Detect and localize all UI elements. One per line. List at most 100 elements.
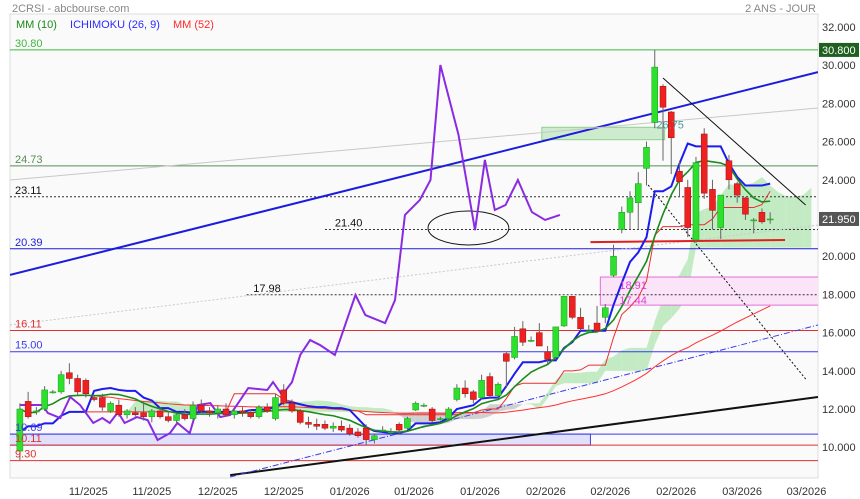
candle-up — [478, 380, 485, 398]
candle-down — [733, 183, 741, 196]
candle-up — [610, 255, 617, 276]
candle-up — [231, 410, 238, 416]
candle-down — [362, 427, 370, 440]
candle-down — [519, 328, 527, 343]
ichimoku-cloud-segment — [588, 371, 598, 384]
level-label: 10.11 — [15, 433, 42, 445]
legend-mm52[interactable]: MM (52) — [173, 19, 214, 31]
x-tick-label: 01/2026 — [394, 486, 434, 498]
candle-down — [140, 412, 147, 417]
candle-down — [74, 378, 81, 393]
candle-down — [428, 408, 436, 421]
candle-down — [115, 404, 123, 416]
candle-down — [470, 391, 477, 400]
ichimoku-cloud-segment — [374, 408, 383, 412]
candle-down — [338, 425, 345, 431]
y-tick-label: 32.000 — [822, 22, 856, 34]
price-badge-label: 21.950 — [822, 214, 856, 226]
candle-down — [313, 424, 320, 427]
candle-up — [643, 147, 650, 169]
candle-down — [354, 431, 362, 437]
y-tick-label: 26.000 — [822, 137, 856, 149]
candle-down — [593, 322, 601, 331]
candle-down — [676, 170, 683, 182]
candle-up — [560, 296, 568, 327]
x-tick-label: 11/2025 — [69, 486, 108, 498]
candle-down — [536, 332, 543, 347]
ichimoku-cloud-segment — [786, 196, 795, 248]
ichimoku-cloud-segment — [580, 371, 589, 384]
candle-up — [404, 418, 411, 429]
candle-down — [305, 422, 312, 425]
candle-down — [700, 133, 708, 194]
candle-up — [272, 397, 279, 419]
candle-up — [379, 429, 386, 432]
level-label: 21.40 — [335, 217, 363, 229]
candle-up — [148, 410, 156, 417]
candle-up — [445, 408, 452, 419]
candle-down — [280, 389, 287, 404]
candle-up — [420, 404, 428, 407]
candle-up — [329, 425, 337, 429]
y-tick-label: 28.000 — [822, 98, 856, 110]
y-tick-label: 10.000 — [822, 442, 856, 454]
legend-mm10[interactable]: MM (10) — [16, 19, 57, 31]
candle-up — [552, 326, 560, 358]
candle-up — [41, 389, 48, 410]
candle-down — [206, 410, 213, 414]
candle-up — [494, 383, 502, 396]
candle-up — [626, 197, 634, 213]
candle-down — [263, 406, 271, 412]
ichimoku-cloud-segment — [564, 372, 573, 384]
candle-up — [511, 336, 518, 358]
x-tick-label: 02/2026 — [526, 486, 566, 498]
candle-up — [527, 340, 535, 342]
candle-down — [198, 404, 205, 412]
candle-up — [602, 307, 609, 318]
candle-up — [33, 410, 40, 413]
ichimoku-cloud-segment — [794, 195, 804, 248]
candle-down — [544, 351, 551, 360]
x-tick-label: 12/2025 — [198, 486, 238, 498]
indicator-legend: MM (10) ICHIMOKU (26, 9) MM (52) — [16, 19, 224, 31]
legend-ichimoku[interactable]: ICHIMOKU (26, 9) — [70, 19, 160, 31]
candle-up — [189, 404, 197, 419]
candle-up — [173, 414, 180, 421]
y-tick-label: 12.000 — [822, 404, 856, 416]
candle-up — [49, 391, 57, 394]
candle-down — [24, 401, 32, 417]
candle-up — [585, 330, 593, 332]
y-tick-label: 16.000 — [822, 328, 856, 340]
candle-down — [181, 414, 189, 419]
candle-down — [296, 410, 304, 423]
candle-down — [709, 189, 716, 211]
y-tick-label: 20.000 — [822, 251, 856, 263]
level-label: 9.30 — [15, 449, 36, 461]
y-tick-label: 24.000 — [822, 175, 856, 187]
zone-label-low: 17.44 — [619, 295, 647, 307]
zone-label-high: 18.91 — [619, 280, 647, 292]
candle-up — [123, 410, 131, 416]
candle-down — [165, 416, 172, 421]
price-chart[interactable]: 30.80 24.73 23.11 21.40 20.39 17.98 16.11 15.00… — [0, 0, 860, 499]
candle-down — [577, 317, 584, 330]
candle-up — [692, 162, 700, 241]
candle-up — [750, 219, 757, 222]
x-tick-label: 02/2026 — [590, 486, 630, 498]
candle-down — [461, 387, 469, 395]
candle-up — [412, 403, 419, 411]
candle-up — [57, 374, 65, 393]
level-label: 30.80 — [15, 38, 43, 50]
candle-down — [90, 397, 98, 400]
x-tick-label: 11/2025 — [132, 486, 171, 498]
candle-up — [255, 406, 263, 417]
candle-down — [288, 403, 296, 412]
resistance-zone — [541, 126, 666, 141]
candle-down — [758, 212, 766, 223]
y-tick-label: 30.000 — [822, 60, 856, 72]
candle-up — [371, 435, 378, 440]
candle-down — [321, 424, 329, 429]
level-label: 23.11 — [15, 185, 42, 197]
candle-up — [107, 403, 114, 412]
candle-up — [387, 431, 395, 434]
